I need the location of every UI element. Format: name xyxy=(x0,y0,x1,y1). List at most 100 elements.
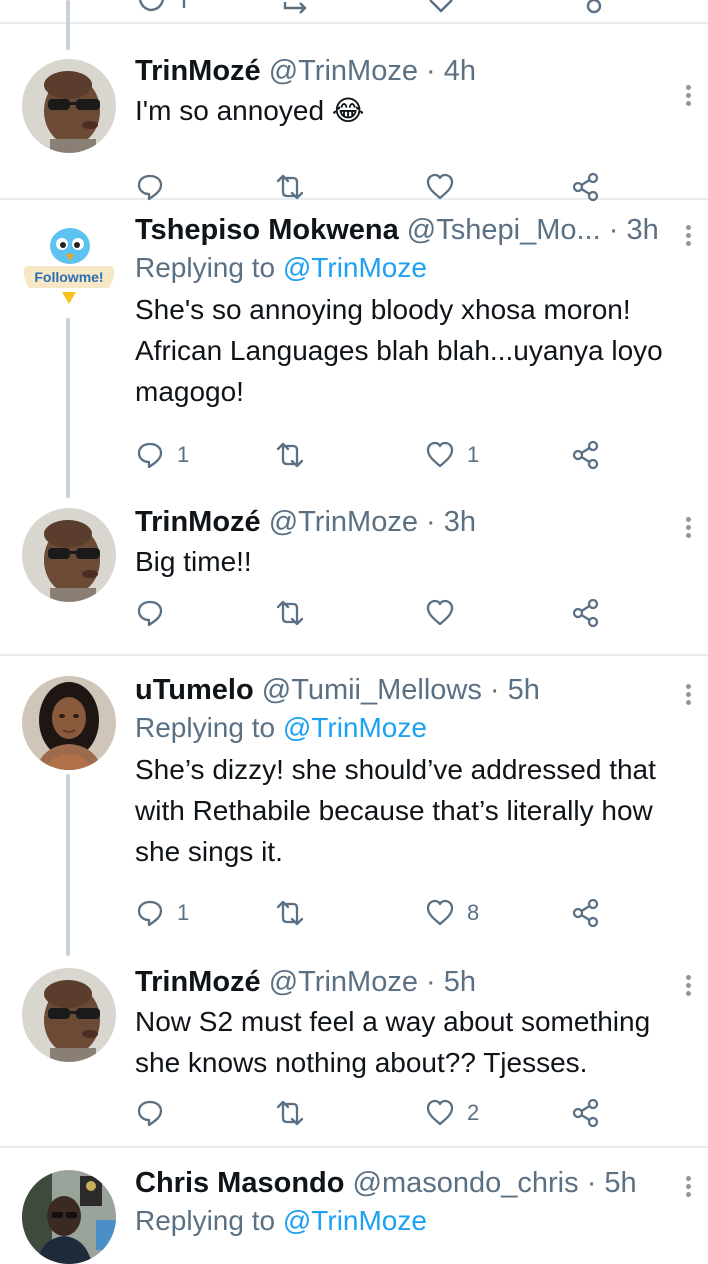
share-icon xyxy=(572,440,599,470)
share-button[interactable] xyxy=(571,893,601,933)
tweet-actions: 2 xyxy=(135,1093,615,1133)
display-name[interactable]: TrinMozé xyxy=(135,55,261,87)
avatar[interactable] xyxy=(22,508,116,602)
avatar[interactable] xyxy=(22,59,116,153)
like-button[interactable]: 8 xyxy=(425,893,479,933)
display-name[interactable]: uTumelo xyxy=(135,674,254,706)
timestamp[interactable]: 5h xyxy=(508,674,540,706)
tweet-header: Tshepiso Mokwena @Tshepi_Mo... · 3h xyxy=(135,213,678,247)
like-count: 1 xyxy=(467,442,480,467)
display-name[interactable]: TrinMozé xyxy=(135,506,261,538)
replying-to: Replying to @TrinMoze xyxy=(135,707,678,749)
tweet[interactable]: uTumelo @Tumii_Mellows · 5h Replying to … xyxy=(0,656,708,956)
tweet-text: I'm so annoyed 😂 xyxy=(135,95,365,126)
timestamp[interactable]: 4h xyxy=(444,55,476,87)
share-icon xyxy=(572,898,599,928)
timestamp[interactable]: 5h xyxy=(604,1167,636,1199)
tweet-feed: TrinMozé @TrinMoze · 4h I'm so annoyed 😂 xyxy=(0,0,708,1264)
tweet-actions: 1 8 xyxy=(135,893,615,933)
share-icon xyxy=(572,1098,599,1128)
user-handle[interactable]: @TrinMoze xyxy=(269,966,418,998)
like-count: 8 xyxy=(467,900,480,925)
like-button[interactable]: 2 xyxy=(425,1093,479,1133)
retweet-button[interactable] xyxy=(273,593,307,633)
user-handle[interactable]: @TrinMoze xyxy=(269,55,418,87)
followme-bird-avatar: Followme! xyxy=(22,216,116,310)
reply-button[interactable] xyxy=(135,593,177,633)
timestamp[interactable]: 3h xyxy=(444,506,476,538)
tweet-text: She's so annoying bloody xhosa moron! Af… xyxy=(135,294,663,407)
mention-link[interactable]: @TrinMoze xyxy=(283,252,427,283)
avatar[interactable]: Followme! xyxy=(22,216,116,310)
like-button[interactable]: 1 xyxy=(425,435,479,475)
user-handle[interactable]: @Tumii_Mellows xyxy=(262,674,482,706)
previous-tweet-actions xyxy=(0,0,708,50)
more-options-icon[interactable] xyxy=(684,972,692,999)
tweet[interactable]: Chris Masondo @masondo_chris · 5h Replyi… xyxy=(0,1148,708,1264)
more-options-icon[interactable] xyxy=(684,1173,692,1200)
avatar[interactable] xyxy=(22,676,116,770)
user-handle[interactable]: @TrinMoze xyxy=(269,506,418,538)
timestamp[interactable]: 5h xyxy=(444,966,476,998)
avatar[interactable] xyxy=(22,1170,116,1264)
tweet-header: TrinMozé @TrinMoze · 3h xyxy=(135,505,678,539)
more-options-icon[interactable] xyxy=(684,82,692,109)
retweet-button[interactable] xyxy=(273,1093,307,1133)
tweet-content: TrinMozé @TrinMoze · 4h I'm so annoyed 😂 xyxy=(135,54,678,131)
tweet-text: Now S2 must feel a way about something s… xyxy=(135,1006,651,1078)
tweet-content: uTumelo @Tumii_Mellows · 5h Replying to … xyxy=(135,673,678,872)
mention-link[interactable]: @TrinMoze xyxy=(283,1205,427,1236)
tweet-content: Chris Masondo @masondo_chris · 5h Replyi… xyxy=(135,1166,678,1242)
retweet-button[interactable] xyxy=(273,893,307,933)
reply-button[interactable]: 1 xyxy=(135,893,189,933)
thread-line xyxy=(66,774,70,956)
retweet-icon xyxy=(276,600,304,626)
mention-link[interactable]: @TrinMoze xyxy=(283,712,427,743)
man-studio-avatar xyxy=(22,1170,116,1264)
heart-icon xyxy=(426,441,454,468)
tweet-text: She’s dizzy! she should’ve addressed tha… xyxy=(135,754,656,867)
like-count: 2 xyxy=(467,1100,480,1125)
replying-to-label: Replying to xyxy=(135,1205,276,1236)
like-button[interactable] xyxy=(425,593,467,633)
reply-icon xyxy=(137,174,163,201)
user-handle[interactable]: @masondo_chris xyxy=(353,1167,579,1199)
tweet-content: TrinMozé @TrinMoze · 5h Now S2 must feel… xyxy=(135,965,678,1083)
timestamp[interactable]: 3h xyxy=(626,214,658,246)
user-handle[interactable]: @Tshepi_Mo... xyxy=(407,214,601,246)
share-icon xyxy=(572,172,599,202)
reply-icon xyxy=(137,1100,163,1127)
tweet-header: TrinMozé @TrinMoze · 4h xyxy=(135,54,678,88)
share-button[interactable] xyxy=(571,435,601,475)
share-button[interactable] xyxy=(571,593,601,633)
woman-portrait-avatar xyxy=(22,676,116,770)
tweet[interactable]: Followme! Tshepiso Mokwena @Tshepi_Mo...… xyxy=(0,200,708,498)
replying-to-label: Replying to xyxy=(135,252,276,283)
reply-button[interactable]: 1 xyxy=(135,435,189,475)
more-options-icon[interactable] xyxy=(684,681,692,708)
display-name[interactable]: TrinMozé xyxy=(135,966,261,998)
share-button[interactable] xyxy=(571,1093,601,1133)
more-options-icon[interactable] xyxy=(684,514,692,541)
retweet-icon xyxy=(276,900,304,926)
display-name[interactable]: Chris Masondo xyxy=(135,1167,344,1199)
retweet-icon xyxy=(276,1100,304,1126)
tweet[interactable]: TrinMozé @TrinMoze · 4h I'm so annoyed 😂 xyxy=(0,24,708,202)
tweet-actions: 1 1 xyxy=(135,435,615,475)
separator: · xyxy=(417,506,444,538)
reply-icon xyxy=(137,600,163,627)
tweet-content: TrinMozé @TrinMoze · 3h Big time!! xyxy=(135,505,678,582)
reply-icon xyxy=(137,900,163,927)
reply-button[interactable] xyxy=(135,1093,177,1133)
tweet[interactable]: TrinMozé @TrinMoze · 3h Big time!! xyxy=(0,494,708,654)
tweet-text: Big time!! xyxy=(135,546,252,577)
more-options-icon[interactable] xyxy=(684,222,692,249)
reply-icon xyxy=(137,442,163,469)
avatar[interactable] xyxy=(22,968,116,1062)
thread-line xyxy=(66,318,70,498)
reply-count: 1 xyxy=(177,900,190,925)
tweet[interactable]: TrinMozé @TrinMoze · 5h Now S2 must feel… xyxy=(0,952,708,1146)
retweet-button[interactable] xyxy=(273,435,307,475)
display-name[interactable]: Tshepiso Mokwena xyxy=(135,214,399,246)
replying-to: Replying to @TrinMoze xyxy=(135,247,678,289)
